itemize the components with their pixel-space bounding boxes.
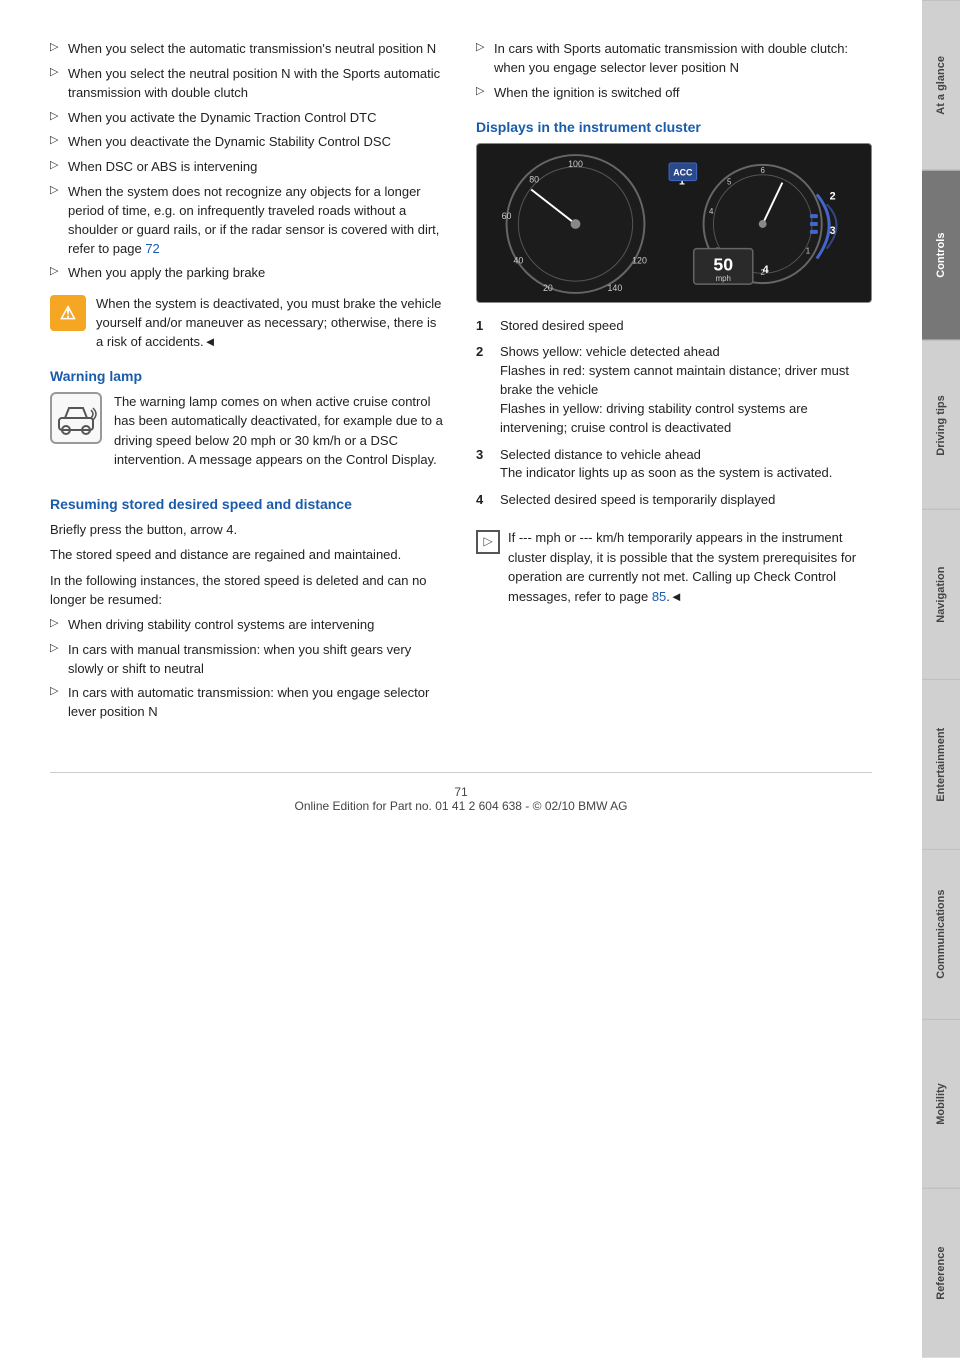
- ref-link-85[interactable]: 85: [652, 589, 666, 604]
- car-cruise-icon: [55, 400, 97, 436]
- resuming-para1: Briefly press the button, arrow 4.: [50, 520, 446, 540]
- sidebar: At a glance Controls Driving tips Naviga…: [922, 0, 960, 1358]
- svg-text:4: 4: [763, 264, 769, 276]
- footer: 71 Online Edition for Part no. 01 41 2 6…: [50, 772, 872, 813]
- svg-text:2: 2: [830, 190, 836, 202]
- svg-text:ACC: ACC: [673, 167, 693, 177]
- main-content: When you select the automatic transmissi…: [0, 0, 922, 1300]
- anno-num-1: 1: [476, 317, 492, 336]
- warning-triangle-icon: ⚠: [50, 295, 86, 331]
- resuming-para3: In the following instances, the stored s…: [50, 571, 446, 610]
- svg-text:4: 4: [709, 207, 714, 216]
- right-bullet-2: When the ignition is switched off: [476, 84, 872, 103]
- anno-num-4: 4: [476, 491, 492, 510]
- bullet-item-2: When you select the neutral position N w…: [50, 65, 446, 103]
- cluster-svg: 100 80 60 40 20 140 120 6 5 4 3: [477, 144, 871, 303]
- sidebar-tab-reference[interactable]: Reference: [922, 1188, 960, 1358]
- anno-text-3: Selected distance to vehicle ahead The i…: [500, 446, 832, 484]
- bullet-item-3: When you activate the Dynamic Traction C…: [50, 109, 446, 128]
- sidebar-tab-mobility[interactable]: Mobility: [922, 1019, 960, 1189]
- right-column: In cars with Sports automatic transmissi…: [476, 40, 872, 732]
- anno-num-2: 2: [476, 343, 492, 362]
- svg-text:5: 5: [727, 177, 732, 186]
- annotation-4: 4 Selected desired speed is temporarily …: [476, 491, 872, 510]
- sidebar-tab-communications[interactable]: Communications: [922, 849, 960, 1019]
- right-bullet-list: In cars with Sports automatic transmissi…: [476, 40, 872, 103]
- ref-link-72[interactable]: 72: [145, 241, 159, 256]
- cluster-heading: Displays in the instrument cluster: [476, 119, 872, 135]
- info-arrow-icon: ▷: [476, 530, 500, 554]
- svg-text:50: 50: [713, 254, 733, 274]
- svg-text:120: 120: [632, 255, 647, 265]
- resuming-bullet-1: When driving stability control systems a…: [50, 616, 446, 635]
- resuming-para2: The stored speed and distance are regain…: [50, 545, 446, 565]
- sidebar-tab-at-a-glance[interactable]: At a glance: [922, 0, 960, 170]
- bullet-item-7: When you apply the parking brake: [50, 264, 446, 283]
- warning-lamp-text: The warning lamp comes on when active cr…: [114, 392, 446, 470]
- deactivation-bullet-list: When you select the automatic transmissi…: [50, 40, 446, 283]
- warning-lamp-icon: [50, 392, 102, 444]
- warning-text: When the system is deactivated, you must…: [96, 295, 446, 352]
- left-column: When you select the automatic transmissi…: [50, 40, 446, 732]
- sidebar-tab-controls[interactable]: Controls: [922, 170, 960, 340]
- bullet-item-1: When you select the automatic transmissi…: [50, 40, 446, 59]
- svg-text:60: 60: [502, 211, 512, 221]
- anno-num-3: 3: [476, 446, 492, 465]
- annotation-2: 2 Shows yellow: vehicle detected ahead F…: [476, 343, 872, 437]
- warning-lamp-box: The warning lamp comes on when active cr…: [50, 392, 446, 476]
- svg-text:140: 140: [608, 283, 623, 293]
- sidebar-tab-navigation[interactable]: Navigation: [922, 509, 960, 679]
- copyright-text: Online Edition for Part no. 01 41 2 604 …: [294, 799, 627, 813]
- info-box: ▷ If --- mph or --- km/h temporarily app…: [476, 528, 872, 612]
- info-text: If --- mph or --- km/h temporarily appea…: [508, 528, 872, 606]
- svg-text:6: 6: [760, 165, 765, 174]
- instrument-cluster-image: 100 80 60 40 20 140 120 6 5 4 3: [476, 143, 872, 303]
- annotation-3: 3 Selected distance to vehicle ahead The…: [476, 446, 872, 484]
- bullet-item-5: When DSC or ABS is intervening: [50, 158, 446, 177]
- resuming-bullet-2: In cars with manual transmission: when y…: [50, 641, 446, 679]
- resuming-bullet-list: When driving stability control systems a…: [50, 616, 446, 722]
- svg-text:40: 40: [513, 255, 523, 265]
- anno-text-2: Shows yellow: vehicle detected ahead Fla…: [500, 343, 872, 437]
- resuming-heading: Resuming stored desired speed and distan…: [50, 496, 446, 512]
- anno-text-1: Stored desired speed: [500, 317, 624, 336]
- svg-text:mph: mph: [716, 274, 731, 283]
- warning-lamp-heading: Warning lamp: [50, 368, 446, 384]
- sidebar-tab-driving-tips[interactable]: Driving tips: [922, 340, 960, 510]
- sidebar-tab-entertainment[interactable]: Entertainment: [922, 679, 960, 849]
- warning-box: ⚠ When the system is deactivated, you mu…: [50, 295, 446, 352]
- svg-text:80: 80: [529, 174, 539, 184]
- resuming-bullet-3: In cars with automatic transmission: whe…: [50, 684, 446, 722]
- anno-text-4: Selected desired speed is temporarily di…: [500, 491, 775, 510]
- right-bullet-1: In cars with Sports automatic transmissi…: [476, 40, 872, 78]
- annotation-1: 1 Stored desired speed: [476, 317, 872, 336]
- bullet-item-6: When the system does not recognize any o…: [50, 183, 446, 258]
- svg-text:20: 20: [543, 283, 553, 293]
- page-number: 71: [454, 785, 467, 799]
- bullet-item-4: When you deactivate the Dynamic Stabilit…: [50, 133, 446, 152]
- svg-text:100: 100: [568, 158, 583, 168]
- svg-text:1: 1: [806, 246, 810, 255]
